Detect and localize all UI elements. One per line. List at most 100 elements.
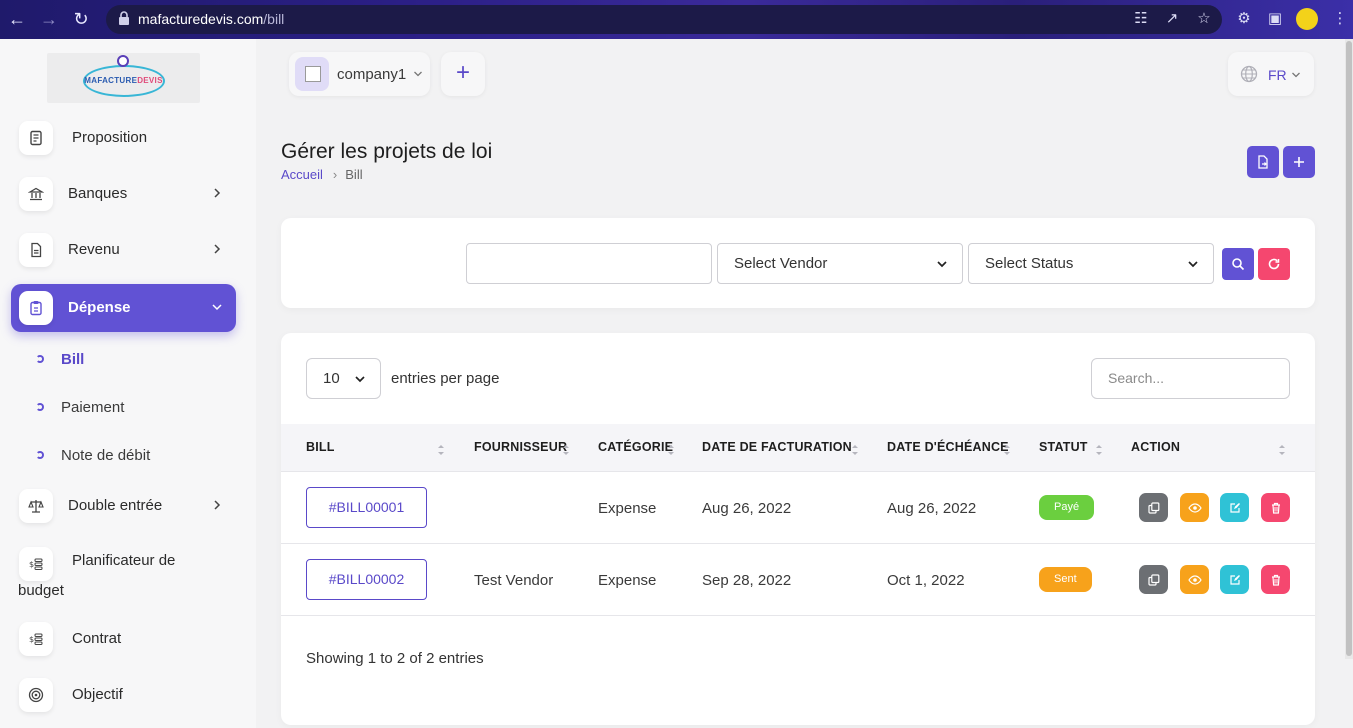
due-date-cell: Aug 26, 2022 bbox=[887, 500, 977, 517]
table-search-input[interactable]: Search... bbox=[1091, 358, 1290, 399]
delete-button[interactable] bbox=[1261, 565, 1290, 594]
sidebar-item-label: Objectif bbox=[72, 686, 123, 703]
edit-icon bbox=[1229, 574, 1240, 585]
bill-date-cell: Aug 26, 2022 bbox=[702, 500, 792, 517]
filter-text-input[interactable] bbox=[466, 243, 712, 284]
duplicate-button[interactable] bbox=[1139, 565, 1168, 594]
page-scrollbar[interactable] bbox=[1345, 39, 1353, 659]
trash-icon bbox=[1271, 502, 1280, 514]
status-select-value: Select Status bbox=[985, 255, 1074, 272]
sidebar-item-objectif[interactable]: Objectif bbox=[11, 671, 236, 719]
column-header-date-echeance[interactable]: DATE D'ÉCHÉANCE bbox=[887, 440, 1009, 454]
target-icon bbox=[19, 678, 53, 712]
column-header-statut[interactable]: STATUT bbox=[1039, 440, 1088, 454]
export-button[interactable] bbox=[1247, 146, 1279, 178]
entries-per-page-label: entries per page bbox=[391, 370, 500, 387]
sidebar-item-label-line2: budget bbox=[18, 582, 64, 599]
search-icon bbox=[1232, 258, 1245, 271]
edit-button[interactable] bbox=[1220, 493, 1249, 522]
refresh-icon bbox=[1268, 258, 1280, 270]
star-icon[interactable]: ☆ bbox=[1195, 10, 1213, 28]
share-icon[interactable]: ↗ bbox=[1163, 10, 1181, 28]
sidebar-item-banques[interactable]: Banques bbox=[11, 170, 236, 218]
column-header-categorie[interactable]: CATÉGORIE bbox=[598, 440, 673, 454]
status-badge: Payé bbox=[1039, 495, 1095, 520]
sidebar-item-label: Banques bbox=[68, 185, 128, 202]
table-header: BILL FOURNISSEUR CATÉGORIE DATE DE FACTU… bbox=[281, 424, 1315, 472]
forward-icon[interactable]: → bbox=[38, 8, 60, 30]
status-select[interactable]: Select Status bbox=[968, 243, 1214, 284]
vendor-select[interactable]: Select Vendor bbox=[717, 243, 963, 284]
translate-icon[interactable]: ☷ bbox=[1132, 10, 1150, 28]
logo-text-part1: MAFACTURE bbox=[84, 76, 138, 85]
contract-icon: $ bbox=[19, 622, 53, 656]
sidebar-item-label: Revenu bbox=[68, 241, 120, 258]
edit-button[interactable] bbox=[1220, 565, 1249, 594]
chevron-down-icon bbox=[937, 261, 947, 268]
breadcrumb: Accueil › Bill bbox=[281, 167, 363, 182]
create-bill-button[interactable] bbox=[1283, 146, 1315, 178]
sort-icon[interactable] bbox=[1278, 443, 1286, 457]
add-company-button[interactable]: + bbox=[441, 52, 485, 96]
menu-dots-icon[interactable]: ⋮ bbox=[1331, 10, 1349, 28]
clipboard-icon bbox=[19, 291, 53, 325]
sort-icon[interactable] bbox=[437, 443, 445, 457]
company-switcher[interactable]: company1 bbox=[289, 52, 430, 96]
lock-icon bbox=[119, 11, 129, 25]
sort-icon[interactable] bbox=[1003, 443, 1011, 457]
globe-icon bbox=[1240, 65, 1258, 83]
sort-icon[interactable] bbox=[851, 443, 859, 457]
chevron-down-icon bbox=[1188, 261, 1198, 268]
entries-per-page-select[interactable]: 10 bbox=[306, 358, 381, 399]
sort-icon[interactable] bbox=[667, 443, 675, 457]
eye-icon bbox=[1187, 502, 1202, 513]
url-path: /bill bbox=[263, 11, 285, 27]
search-button[interactable] bbox=[1222, 248, 1254, 280]
back-icon[interactable]: ← bbox=[6, 8, 28, 30]
bank-icon bbox=[19, 177, 53, 211]
scrollbar-thumb[interactable] bbox=[1346, 41, 1352, 656]
browser-toolbar: ← → ↻ mafacturedevis.com/bill ☷ ↗ ☆ ⚙ ▣ … bbox=[0, 0, 1353, 39]
sidebar-subitem-label: Paiement bbox=[61, 399, 125, 416]
bill-number-button[interactable]: #BILL00001 bbox=[306, 487, 427, 528]
column-header-bill[interactable]: BILL bbox=[306, 440, 335, 454]
due-date-cell: Oct 1, 2022 bbox=[887, 572, 965, 589]
reload-icon[interactable]: ↻ bbox=[70, 8, 92, 30]
sidebar-item-planificateur-budget[interactable]: $ Planificateur de budget bbox=[11, 540, 236, 606]
column-header-date-facturation[interactable]: DATE DE FACTURATION bbox=[702, 440, 852, 454]
copy-icon bbox=[1147, 573, 1159, 586]
sidebar-item-depense[interactable]: Dépense bbox=[11, 284, 236, 332]
chevron-right-icon bbox=[214, 244, 221, 254]
bill-number-button[interactable]: #BILL00002 bbox=[306, 559, 427, 600]
view-button[interactable] bbox=[1180, 493, 1209, 522]
sidebar-item-revenu[interactable]: Revenu bbox=[11, 226, 236, 274]
view-button[interactable] bbox=[1180, 565, 1209, 594]
sidebar-item-proposition[interactable]: Proposition bbox=[11, 114, 236, 162]
chevron-down-icon bbox=[355, 376, 365, 383]
extensions-icon[interactable]: ⚙ bbox=[1235, 10, 1253, 28]
sidebar-item-contrat[interactable]: $ Contrat bbox=[11, 615, 236, 663]
delete-button[interactable] bbox=[1261, 493, 1290, 522]
sidebar-item-double-entree[interactable]: Double entrée bbox=[11, 482, 236, 530]
document-icon bbox=[19, 121, 53, 155]
reset-button[interactable] bbox=[1258, 248, 1290, 280]
sidebar-item-label: Dépense bbox=[68, 299, 131, 316]
sort-icon[interactable] bbox=[1095, 443, 1103, 457]
svg-text:$: $ bbox=[29, 560, 34, 569]
profile-avatar[interactable] bbox=[1296, 8, 1318, 30]
sidepanel-icon[interactable]: ▣ bbox=[1266, 10, 1284, 28]
duplicate-button[interactable] bbox=[1139, 493, 1168, 522]
column-header-action: ACTION bbox=[1131, 440, 1181, 454]
chevron-down-icon bbox=[1292, 72, 1300, 78]
entries-per-page-value: 10 bbox=[323, 370, 340, 387]
app-logo[interactable]: MAFACTUREDEVIS bbox=[47, 53, 200, 103]
column-header-fournisseur[interactable]: FOURNISSEUR bbox=[474, 440, 567, 454]
language-switcher[interactable]: FR bbox=[1228, 52, 1314, 96]
table-search-placeholder: Search... bbox=[1108, 370, 1165, 386]
breadcrumb-home-link[interactable]: Accueil bbox=[281, 167, 323, 182]
trash-icon bbox=[1271, 574, 1280, 586]
sort-icon[interactable] bbox=[562, 443, 570, 457]
bill-date-cell: Sep 28, 2022 bbox=[702, 572, 792, 589]
breadcrumb-separator-icon: › bbox=[332, 167, 338, 182]
file-export-icon bbox=[1258, 155, 1268, 169]
